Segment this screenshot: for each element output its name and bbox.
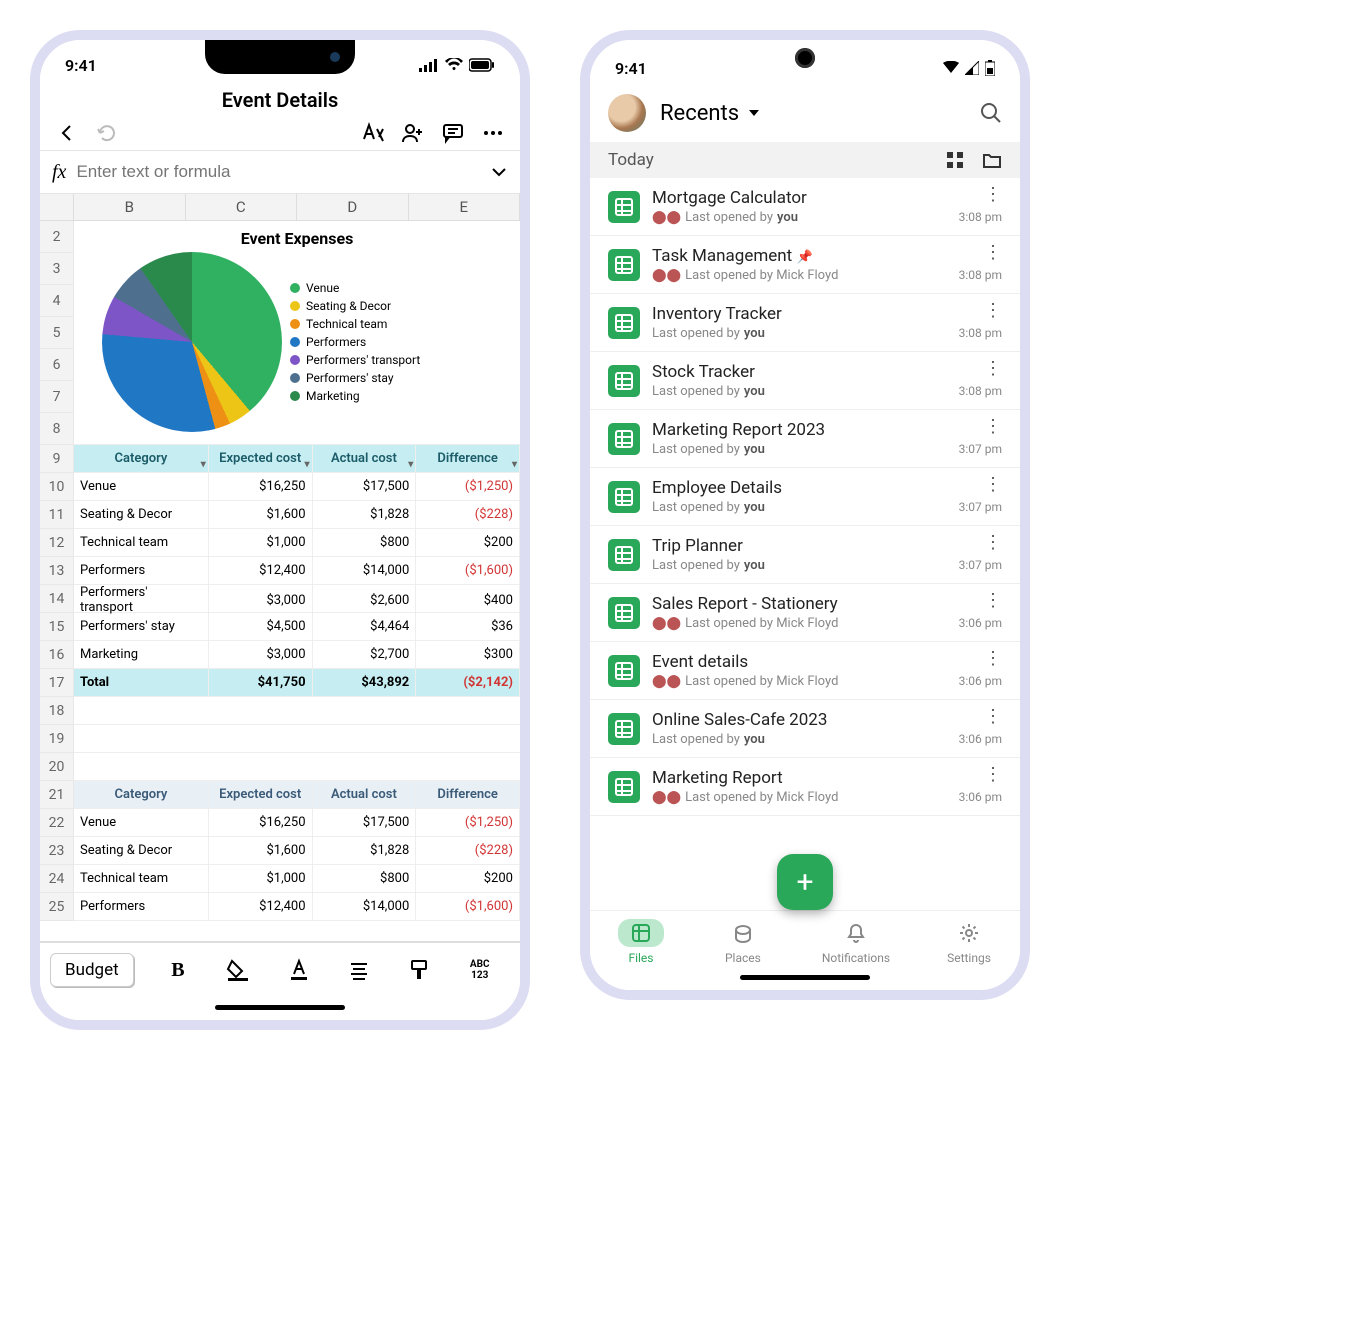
section-label: Today [608, 150, 654, 170]
table-row[interactable]: Marketing$3,000$2,700$300 [74, 641, 520, 669]
font-style-button[interactable] [360, 120, 386, 146]
file-more-button[interactable]: ⋮ [984, 248, 1002, 258]
search-button[interactable] [980, 102, 1002, 124]
file-more-button[interactable]: ⋮ [984, 190, 1002, 200]
list-item[interactable]: Sales Report - Stationery ⬤⬤ Last opened… [590, 584, 1020, 642]
sheet-file-icon [608, 481, 640, 513]
sheet-file-icon [608, 191, 640, 223]
home-indicator-android[interactable] [740, 975, 870, 980]
sheet-file-icon [608, 307, 640, 339]
nav-places[interactable]: Places [720, 919, 766, 965]
list-item[interactable]: Event details ⬤⬤ Last opened by Mick Flo… [590, 642, 1020, 700]
table-header[interactable]: Category▾ Expected cost▾ Actual cost▾ Di… [74, 445, 520, 473]
sheet-file-icon [608, 423, 640, 455]
text-color-button[interactable] [285, 956, 313, 984]
sheet-file-icon [608, 655, 640, 687]
file-more-button[interactable]: ⋮ [984, 480, 1002, 490]
file-more-button[interactable]: ⋮ [984, 422, 1002, 432]
undo-button[interactable] [94, 120, 120, 146]
bold-button[interactable]: B [164, 956, 192, 984]
file-more-button[interactable]: ⋮ [984, 770, 1002, 780]
iphone-notch [205, 40, 355, 74]
signal-icon [965, 61, 979, 75]
list-item[interactable]: Online Sales-Cafe 2023 Last opened by yo… [590, 700, 1020, 758]
table-row[interactable]: Performers$12,400$14,000($1,600) [74, 893, 520, 921]
formula-expand-button[interactable] [490, 163, 508, 181]
list-item[interactable]: Stock Tracker Last opened by you ⋮ 3:08 … [590, 352, 1020, 410]
sheet-file-icon [608, 249, 640, 281]
pie-graphic [102, 252, 282, 432]
row-headers[interactable]: 2345678910111213141516171819202122232425 [40, 221, 74, 921]
fx-icon: fx [52, 161, 66, 184]
share-button[interactable] [400, 120, 426, 146]
page-title: Event Details [40, 80, 520, 116]
battery-icon [985, 60, 995, 76]
folder-view-button[interactable] [982, 151, 1002, 169]
list-item[interactable]: Marketing Report ⬤⬤ Last opened by Mick … [590, 758, 1020, 816]
list-item[interactable]: Marketing Report 2023 Last opened by you… [590, 410, 1020, 468]
table-row[interactable]: Performers' transport$3,000$2,600$400 [74, 585, 520, 613]
phone-android: 9:41 Recents Today [580, 30, 1030, 1000]
wifi-icon [943, 61, 959, 75]
nav-files[interactable]: Files [618, 919, 664, 965]
nav-notifications[interactable]: Notifications [822, 919, 890, 965]
abc-123-button[interactable]: ABC 123 [466, 956, 494, 984]
android-camera [795, 48, 815, 68]
table-row[interactable]: Venue$16,250$17,500($1,250) [74, 473, 520, 501]
back-button[interactable] [54, 120, 80, 146]
list-item[interactable]: Task Management 📌 ⬤⬤ Last opened by Mick… [590, 236, 1020, 294]
list-item[interactable]: Inventory Tracker Last opened by you ⋮ 3… [590, 294, 1020, 352]
recents-dropdown[interactable]: Recents [660, 101, 761, 126]
table-total-row[interactable]: Total $41,750 $43,892 ($2,142) [74, 669, 520, 697]
table-row[interactable]: Technical team$1,000$800$200 [74, 865, 520, 893]
sheet-tab-budget[interactable]: Budget [50, 953, 134, 987]
fill-color-button[interactable] [224, 956, 252, 984]
chevron-down-icon [747, 106, 761, 120]
grid-view-button[interactable] [946, 151, 964, 169]
file-more-button[interactable]: ⋮ [984, 712, 1002, 722]
table-header-2[interactable]: Category Expected cost Actual cost Diffe… [74, 781, 520, 809]
align-button[interactable] [345, 956, 373, 984]
wifi-icon [445, 58, 463, 72]
table-row[interactable]: Venue$16,250$17,500($1,250) [74, 809, 520, 837]
chart-legend: VenueSeating & DecorTechnical teamPerfor… [290, 281, 420, 403]
fab-add-button[interactable]: + [777, 854, 833, 910]
comment-button[interactable] [440, 120, 466, 146]
signal-icon [419, 58, 439, 72]
table-row[interactable]: Technical team$1,000$800$200 [74, 529, 520, 557]
list-item[interactable]: Mortgage Calculator ⬤⬤ Last opened by yo… [590, 178, 1020, 236]
status-icons-android [943, 60, 995, 76]
formula-input[interactable] [76, 162, 480, 182]
table-row[interactable]: Performers$12,400$14,000($1,600) [74, 557, 520, 585]
sheet-file-icon [608, 771, 640, 803]
list-item[interactable]: Trip Planner Last opened by you ⋮ 3:07 p… [590, 526, 1020, 584]
phone-iphone: 9:41 Event Details [30, 30, 530, 1030]
avatar[interactable] [608, 94, 646, 132]
column-headers[interactable]: B C D E [40, 194, 520, 221]
home-indicator[interactable] [215, 1005, 345, 1010]
status-time: 9:41 [65, 56, 97, 75]
sheet-file-icon [608, 539, 640, 571]
battery-icon [469, 58, 495, 72]
chart-pie[interactable]: Event Expenses VenueSeating & DecorTechn… [74, 221, 520, 445]
file-more-button[interactable]: ⋮ [984, 364, 1002, 374]
search-icon [980, 102, 1002, 124]
table-row[interactable]: Performers' stay$4,500$4,464$36 [74, 613, 520, 641]
file-more-button[interactable]: ⋮ [984, 596, 1002, 606]
format-painter-button[interactable] [405, 956, 433, 984]
table-row[interactable]: Seating & Decor$1,600$1,828($228) [74, 501, 520, 529]
status-icons [419, 58, 495, 72]
nav-settings[interactable]: Settings [946, 919, 992, 965]
file-more-button[interactable]: ⋮ [984, 306, 1002, 316]
sheet-file-icon [608, 365, 640, 397]
table-row[interactable]: Seating & Decor$1,600$1,828($228) [74, 837, 520, 865]
sheet-file-icon [608, 713, 640, 745]
more-button[interactable] [480, 120, 506, 146]
status-time-android: 9:41 [615, 59, 647, 78]
sheet-file-icon [608, 597, 640, 629]
list-item[interactable]: Employee Details Last opened by you ⋮ 3:… [590, 468, 1020, 526]
file-more-button[interactable]: ⋮ [984, 654, 1002, 664]
file-more-button[interactable]: ⋮ [984, 538, 1002, 548]
